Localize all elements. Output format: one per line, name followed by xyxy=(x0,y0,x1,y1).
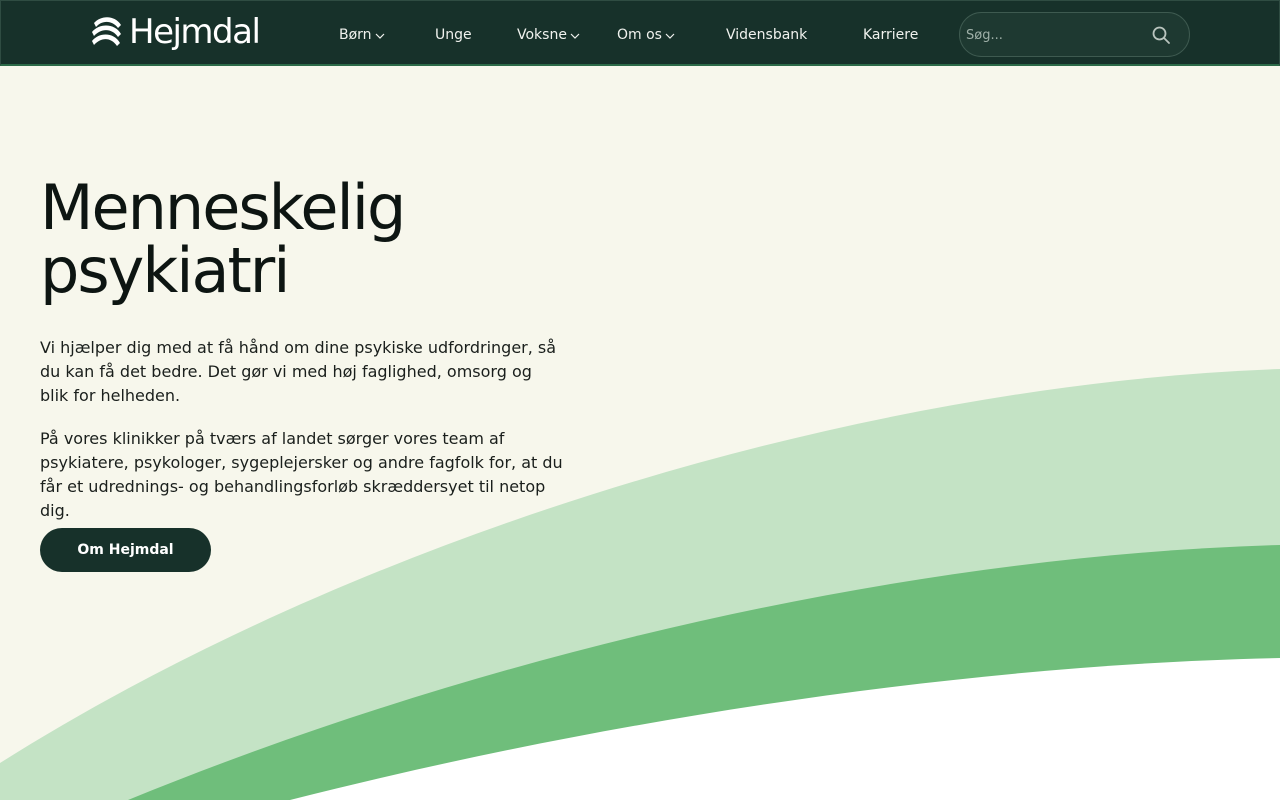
nav-item-unge[interactable]: Unge xyxy=(435,25,472,45)
site-header: Hejmdal Børn Unge Voksne Om os Vidensban… xyxy=(0,0,1280,66)
nav-label: Børn xyxy=(339,27,372,43)
nav-item-vidensbank[interactable]: Vidensbank xyxy=(726,25,807,45)
chevron-down-icon xyxy=(665,33,675,39)
nav-label: Voksne xyxy=(517,27,567,43)
nav-item-voksne[interactable]: Voksne xyxy=(517,25,580,45)
chevron-down-icon xyxy=(375,33,384,39)
logo-link[interactable]: Hejmdal xyxy=(91,12,261,52)
chevron-down-icon xyxy=(570,33,580,39)
hero-paragraph-2: På vores klinikker på tværs af landet sø… xyxy=(40,429,563,520)
hejmdal-logo-icon xyxy=(92,17,121,46)
logo-text: Hejmdal xyxy=(129,12,261,52)
nav-label: Karriere xyxy=(863,27,919,43)
nav-item-born[interactable]: Børn xyxy=(339,25,385,45)
om-hejmdal-button[interactable]: Om Hejmdal xyxy=(40,528,211,572)
nav-label: Om os xyxy=(617,27,662,43)
search-box xyxy=(959,12,1190,57)
nav-item-om-os[interactable]: Om os xyxy=(617,25,675,45)
hero-title-line2: psykiatri xyxy=(40,234,290,307)
hero-paragraph-1: Vi hjælper dig med at få hånd om dine ps… xyxy=(40,338,557,405)
nav-label: Unge xyxy=(435,27,472,43)
search-icon[interactable] xyxy=(1151,25,1171,45)
search-input[interactable] xyxy=(964,24,1144,46)
nav-item-karriere[interactable]: Karriere xyxy=(863,25,918,45)
nav-label: Vidensbank xyxy=(726,27,808,43)
hero-title: Menneskelig psykiatri xyxy=(40,176,600,302)
